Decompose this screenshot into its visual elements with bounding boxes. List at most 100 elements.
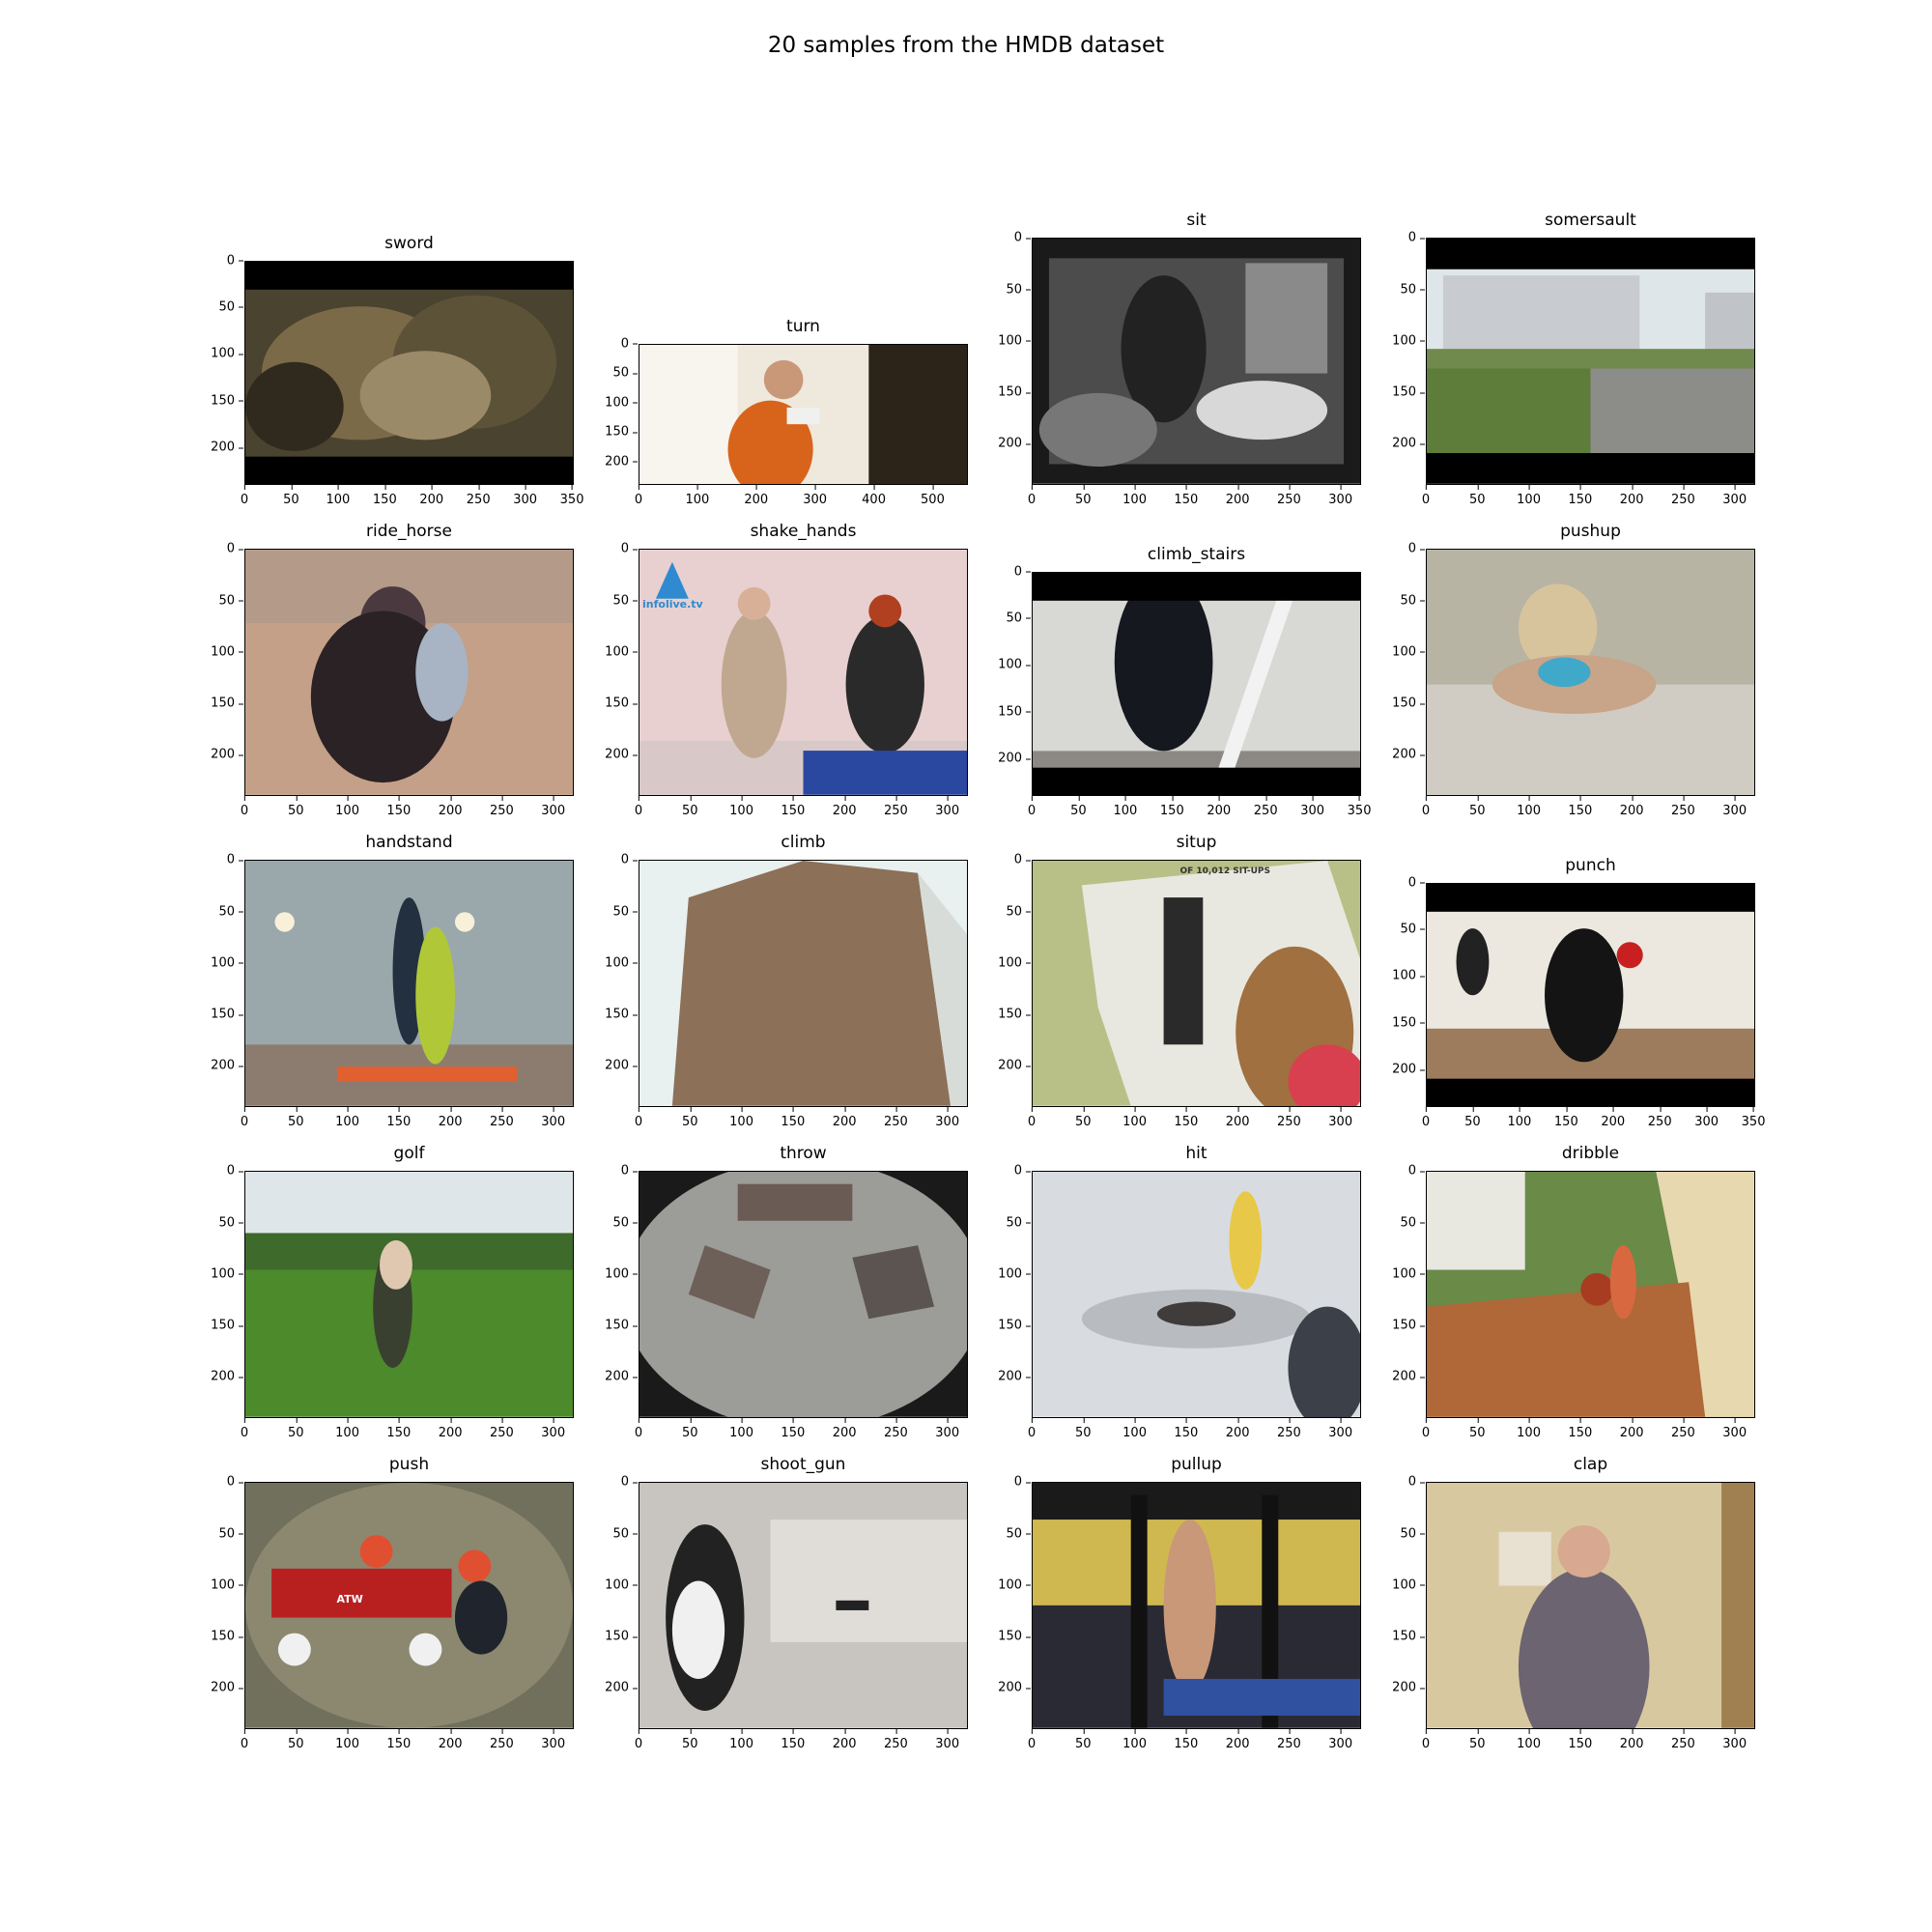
x-tick-label: 150 bbox=[386, 1729, 412, 1751]
video-frame-image bbox=[1426, 238, 1755, 485]
y-tick-label: 50 bbox=[218, 593, 243, 609]
video-frame-image bbox=[1032, 1482, 1361, 1729]
y-tick-label: 100 bbox=[1392, 644, 1425, 660]
x-tick-label: 300 bbox=[1300, 796, 1325, 818]
panel-climb: climb bbox=[639, 833, 968, 1107]
x-tick-label: 350 bbox=[1347, 796, 1372, 818]
y-tick-label: 200 bbox=[998, 751, 1031, 766]
video-frame-image bbox=[244, 1171, 574, 1418]
y-tick-label: 100 bbox=[605, 395, 638, 411]
x-tick-label: 200 bbox=[832, 1418, 857, 1440]
y-tick-label: 50 bbox=[1006, 1215, 1031, 1231]
x-tick-label: 300 bbox=[513, 485, 538, 507]
y-tick-label: 200 bbox=[211, 1369, 243, 1384]
x-tick-label: 200 bbox=[1619, 796, 1644, 818]
y-tick-label: 0 bbox=[620, 1163, 639, 1179]
x-tick-label: 250 bbox=[1670, 796, 1695, 818]
x-tick-label: 250 bbox=[1253, 796, 1278, 818]
x-tick-label: 150 bbox=[1568, 485, 1593, 507]
y-tick-label: 100 bbox=[998, 1266, 1031, 1282]
y-tick-label: 150 bbox=[998, 1007, 1031, 1022]
x-tick-label: 0 bbox=[240, 1729, 249, 1751]
panel-title: situp bbox=[1176, 833, 1217, 853]
y-tick-label: 100 bbox=[605, 955, 638, 971]
y-tick-label: 100 bbox=[605, 1577, 638, 1593]
x-tick-label: 50 bbox=[288, 1729, 304, 1751]
x-tick-label: 100 bbox=[685, 485, 710, 507]
x-tick-label: 300 bbox=[1722, 1729, 1747, 1751]
panel-title: pushup bbox=[1560, 522, 1621, 542]
y-tick-label: 200 bbox=[605, 454, 638, 469]
x-tick-label: 250 bbox=[489, 1418, 514, 1440]
panel-title: climb_stairs bbox=[1147, 544, 1246, 564]
x-tick-label: 300 bbox=[1328, 1729, 1353, 1751]
x-tick-label: 500 bbox=[921, 485, 945, 507]
y-tick-label: 100 bbox=[605, 1266, 638, 1282]
x-tick-label: 150 bbox=[781, 1729, 806, 1751]
x-tick-label: 100 bbox=[335, 1418, 359, 1440]
y-tick-label: 150 bbox=[605, 696, 638, 711]
x-tick-label: 200 bbox=[1225, 1729, 1250, 1751]
y-tick-label: 50 bbox=[1006, 1526, 1031, 1542]
image-grid: sword 0 50 100 150 200 250 300 350 0 50 100 150 200 tu… bbox=[0, 0, 1932, 1932]
y-tick-label: 200 bbox=[1392, 1369, 1425, 1384]
wagon-text: ATW bbox=[336, 1593, 363, 1606]
y-tick-label: 50 bbox=[218, 1526, 243, 1542]
video-frame-image bbox=[639, 549, 968, 796]
x-tick-label: 200 bbox=[419, 485, 444, 507]
x-tick-label: 50 bbox=[1469, 1418, 1486, 1440]
y-tick-label: 150 bbox=[211, 1318, 243, 1333]
y-tick-label: 200 bbox=[605, 1058, 638, 1073]
panel-title: shoot_gun bbox=[760, 1455, 846, 1475]
x-tick-label: 200 bbox=[1225, 1418, 1250, 1440]
x-tick-label: 150 bbox=[1568, 1418, 1593, 1440]
x-tick-label: 50 bbox=[283, 485, 299, 507]
x-tick-label: 0 bbox=[1027, 1418, 1037, 1440]
y-tick-label: 50 bbox=[1006, 904, 1031, 920]
y-tick-label: 100 bbox=[211, 955, 243, 971]
y-tick-label: 150 bbox=[1392, 384, 1425, 400]
x-tick-label: 50 bbox=[1469, 1729, 1486, 1751]
panel-title: pullup bbox=[1171, 1455, 1222, 1475]
x-tick-label: 250 bbox=[883, 796, 908, 818]
x-tick-label: 100 bbox=[1122, 1418, 1147, 1440]
x-tick-label: 300 bbox=[935, 1418, 960, 1440]
x-tick-label: 50 bbox=[1469, 485, 1486, 507]
y-tick-label: 200 bbox=[998, 1369, 1031, 1384]
panel-turn: turn bbox=[639, 317, 968, 485]
x-tick-label: 300 bbox=[1722, 485, 1747, 507]
video-frame-image bbox=[1032, 1171, 1361, 1418]
y-tick-label: 150 bbox=[998, 384, 1031, 400]
y-tick-label: 150 bbox=[605, 424, 638, 440]
x-tick-label: 300 bbox=[803, 485, 828, 507]
video-frame-image bbox=[639, 1482, 968, 1729]
x-tick-label: 150 bbox=[1174, 1418, 1199, 1440]
panel-dribble: dribble bbox=[1426, 1144, 1755, 1418]
panel-title: shake_hands bbox=[750, 522, 857, 542]
y-tick-label: 200 bbox=[998, 1058, 1031, 1073]
x-tick-label: 250 bbox=[883, 1729, 908, 1751]
y-tick-label: 50 bbox=[1400, 922, 1425, 937]
x-tick-label: 100 bbox=[1517, 485, 1541, 507]
y-tick-label: 200 bbox=[1392, 1062, 1425, 1077]
x-tick-label: 300 bbox=[935, 1107, 960, 1129]
y-tick-label: 50 bbox=[218, 904, 243, 920]
x-tick-label: 0 bbox=[634, 1418, 643, 1440]
x-tick-label: 50 bbox=[1469, 796, 1486, 818]
video-frame-image bbox=[1032, 238, 1361, 485]
x-tick-label: 0 bbox=[1027, 796, 1037, 818]
video-frame-image bbox=[244, 1482, 574, 1729]
panel-pullup: pullup bbox=[1032, 1455, 1361, 1729]
y-tick-label: 50 bbox=[612, 365, 638, 381]
x-tick-label: 150 bbox=[781, 1418, 806, 1440]
y-tick-label: 200 bbox=[211, 1680, 243, 1695]
x-tick-label: 0 bbox=[240, 1418, 249, 1440]
y-tick-label: 150 bbox=[1392, 696, 1425, 711]
sign-text: OF 10,012 SIT-UPS bbox=[1179, 867, 1271, 877]
y-tick-label: 50 bbox=[1400, 593, 1425, 609]
x-tick-label: 300 bbox=[541, 796, 566, 818]
y-tick-label: 0 bbox=[1407, 1474, 1426, 1490]
x-tick-label: 200 bbox=[744, 485, 769, 507]
panel-title: somersault bbox=[1545, 211, 1636, 231]
x-tick-label: 150 bbox=[386, 796, 412, 818]
